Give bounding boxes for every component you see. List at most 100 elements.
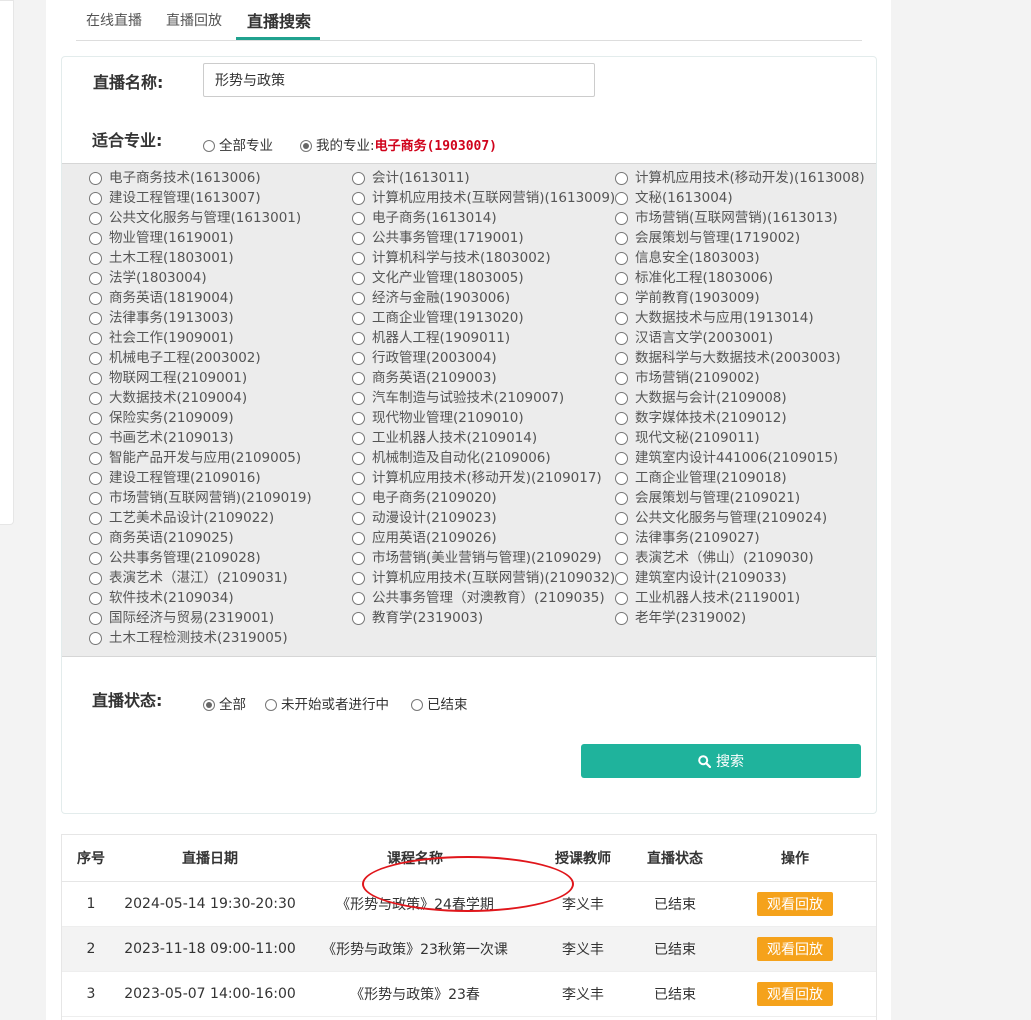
major-option-label: 建设工程管理(1613007) bbox=[109, 190, 261, 206]
major-option[interactable]: 工艺美术品设计(2109022) bbox=[89, 508, 312, 528]
watch-replay-button[interactable]: 观看回放 bbox=[757, 936, 833, 961]
major-option[interactable]: 工商企业管理(2109018) bbox=[615, 468, 865, 488]
major-option[interactable]: 法律事务(1913003) bbox=[89, 308, 312, 328]
major-option[interactable]: 物业管理(1619001) bbox=[89, 228, 312, 248]
major-option[interactable]: 公共文化服务与管理(1613001) bbox=[89, 208, 312, 228]
major-option-label: 会展策划与管理(1719002) bbox=[635, 230, 801, 246]
major-option[interactable]: 工业机器人技术(2109014) bbox=[352, 428, 615, 448]
major-option[interactable]: 商务英语(1819004) bbox=[89, 288, 312, 308]
major-option-label: 电子商务技术(1613006) bbox=[109, 170, 261, 186]
major-option[interactable]: 土木工程(1803001) bbox=[89, 248, 312, 268]
major-option[interactable]: 会计(1613011) bbox=[352, 168, 615, 188]
major-option[interactable]: 公共文化服务与管理(2109024) bbox=[615, 508, 865, 528]
major-option[interactable]: 老年学(2319002) bbox=[615, 608, 865, 628]
major-option[interactable]: 机械制造及自动化(2109006) bbox=[352, 448, 615, 468]
major-option[interactable]: 表演艺术（湛江）(2109031) bbox=[89, 568, 312, 588]
major-option[interactable]: 书画艺术(2109013) bbox=[89, 428, 312, 448]
major-option[interactable]: 市场营销(2109002) bbox=[615, 368, 865, 388]
major-option[interactable]: 会展策划与管理(2109021) bbox=[615, 488, 865, 508]
major-option[interactable]: 机械电子工程(2003002) bbox=[89, 348, 312, 368]
all-majors-radio[interactable]: 全部专业 bbox=[203, 134, 273, 154]
major-option[interactable]: 社会工作(1909001) bbox=[89, 328, 312, 348]
major-option[interactable]: 智能产品开发与应用(2109005) bbox=[89, 448, 312, 468]
major-option[interactable]: 建筑室内设计(2109033) bbox=[615, 568, 865, 588]
major-option[interactable]: 商务英语(2109025) bbox=[89, 528, 312, 548]
major-option[interactable]: 保险实务(2109009) bbox=[89, 408, 312, 428]
major-option[interactable]: 学前教育(1903009) bbox=[615, 288, 865, 308]
major-option[interactable]: 应用英语(2109026) bbox=[352, 528, 615, 548]
search-icon bbox=[698, 754, 711, 768]
major-option[interactable]: 商务英语(2109003) bbox=[352, 368, 615, 388]
major-option[interactable]: 法律事务(2109027) bbox=[615, 528, 865, 548]
tab-live-search[interactable]: 直播搜索 bbox=[247, 8, 311, 32]
major-option-label: 社会工作(1909001) bbox=[109, 330, 234, 346]
major-option-label: 计算机科学与技术(1803002) bbox=[372, 250, 551, 266]
major-option[interactable]: 软件技术(2109034) bbox=[89, 588, 312, 608]
major-option[interactable]: 教育学(2319003) bbox=[352, 608, 615, 628]
search-button[interactable]: 搜索 bbox=[581, 744, 861, 778]
major-option[interactable]: 汉语言文学(2003001) bbox=[615, 328, 865, 348]
live-name-input[interactable] bbox=[203, 63, 595, 97]
major-option[interactable]: 现代文秘(2109011) bbox=[615, 428, 865, 448]
major-option[interactable]: 行政管理(2003004) bbox=[352, 348, 615, 368]
major-option[interactable]: 文秘(1613004) bbox=[615, 188, 865, 208]
major-option[interactable]: 建筑室内设计441006(2109015) bbox=[615, 448, 865, 468]
major-option[interactable]: 市场营销(互联网营销)(2109019) bbox=[89, 488, 312, 508]
major-option[interactable]: 信息安全(1803003) bbox=[615, 248, 865, 268]
major-option[interactable]: 土木工程检测技术(2319005) bbox=[89, 628, 312, 648]
radio-icon bbox=[89, 171, 102, 185]
major-option[interactable]: 公共事务管理（对澳教育）(2109035) bbox=[352, 588, 615, 608]
major-option[interactable]: 市场营销(互联网营销)(1613013) bbox=[615, 208, 865, 228]
table-row: 2 2023-11-18 09:00-11:00 《形势与政策》23秋第一次课 … bbox=[62, 926, 876, 972]
major-option[interactable]: 国际经济与贸易(2319001) bbox=[89, 608, 312, 628]
radio-icon bbox=[615, 331, 628, 345]
radio-icon bbox=[615, 531, 628, 545]
radio-icon bbox=[352, 351, 365, 365]
cell-teacher: 李义丰 bbox=[530, 926, 636, 972]
major-option[interactable]: 大数据技术(2109004) bbox=[89, 388, 312, 408]
major-option[interactable]: 标准化工程(1803006) bbox=[615, 268, 865, 288]
major-option[interactable]: 大数据技术与应用(1913014) bbox=[615, 308, 865, 328]
major-option[interactable]: 数据科学与大数据技术(2003003) bbox=[615, 348, 865, 368]
major-option[interactable]: 计算机科学与技术(1803002) bbox=[352, 248, 615, 268]
major-option[interactable]: 大数据与会计(2109008) bbox=[615, 388, 865, 408]
my-major-radio[interactable]: 我的专业:电子商务(1903007) bbox=[300, 134, 497, 154]
major-option[interactable]: 计算机应用技术(互联网营销)(1613009) bbox=[352, 188, 615, 208]
radio-icon bbox=[615, 491, 628, 505]
major-option[interactable]: 物联网工程(2109001) bbox=[89, 368, 312, 388]
major-option[interactable]: 电子商务技术(1613006) bbox=[89, 168, 312, 188]
major-option-label: 经济与金融(1903006) bbox=[372, 290, 511, 306]
tab-live-replay[interactable]: 直播回放 bbox=[166, 10, 222, 30]
major-option[interactable]: 现代物业管理(2109010) bbox=[352, 408, 615, 428]
watch-replay-button[interactable]: 观看回放 bbox=[757, 891, 833, 916]
status-ended-radio[interactable]: 已结束 bbox=[411, 693, 468, 713]
tab-online-live[interactable]: 在线直播 bbox=[86, 10, 142, 30]
major-option[interactable]: 工商企业管理(1913020) bbox=[352, 308, 615, 328]
major-option-label: 建筑室内设计441006(2109015) bbox=[635, 450, 839, 466]
major-option[interactable]: 经济与金融(1903006) bbox=[352, 288, 615, 308]
major-option[interactable]: 市场营销(美业营销与管理)(2109029) bbox=[352, 548, 615, 568]
major-option[interactable]: 计算机应用技术(移动开发)(1613008) bbox=[615, 168, 865, 188]
major-option[interactable]: 汽车制造与试验技术(2109007) bbox=[352, 388, 615, 408]
major-option[interactable]: 电子商务(2109020) bbox=[352, 488, 615, 508]
major-option[interactable]: 公共事务管理(2109028) bbox=[89, 548, 312, 568]
major-option[interactable]: 数字媒体技术(2109012) bbox=[615, 408, 865, 428]
major-option[interactable]: 建设工程管理(1613007) bbox=[89, 188, 312, 208]
major-option[interactable]: 文化产业管理(1803005) bbox=[352, 268, 615, 288]
major-option[interactable]: 计算机应用技术(互联网营销)(2109032) bbox=[352, 568, 615, 588]
status-ongoing-radio[interactable]: 未开始或者进行中 bbox=[265, 693, 389, 713]
major-option[interactable]: 表演艺术（佛山）(2109030) bbox=[615, 548, 865, 568]
major-option[interactable]: 会展策划与管理(1719002) bbox=[615, 228, 865, 248]
major-option[interactable]: 动漫设计(2109023) bbox=[352, 508, 615, 528]
major-option[interactable]: 计算机应用技术(移动开发)(2109017) bbox=[352, 468, 615, 488]
major-option[interactable]: 工业机器人技术(2119001) bbox=[615, 588, 865, 608]
header-status: 直播状态 bbox=[636, 835, 714, 882]
major-option[interactable]: 机器人工程(1909011) bbox=[352, 328, 615, 348]
status-all-radio[interactable]: 全部 bbox=[203, 693, 246, 713]
major-option[interactable]: 法学(1803004) bbox=[89, 268, 312, 288]
major-column-3: 计算机应用技术(移动开发)(1613008) 文秘(1613004) 市场营销(互联… bbox=[615, 168, 865, 628]
major-option[interactable]: 公共事务管理(1719001) bbox=[352, 228, 615, 248]
watch-replay-button[interactable]: 观看回放 bbox=[757, 981, 833, 1006]
major-option[interactable]: 电子商务(1613014) bbox=[352, 208, 615, 228]
major-option[interactable]: 建设工程管理(2109016) bbox=[89, 468, 312, 488]
